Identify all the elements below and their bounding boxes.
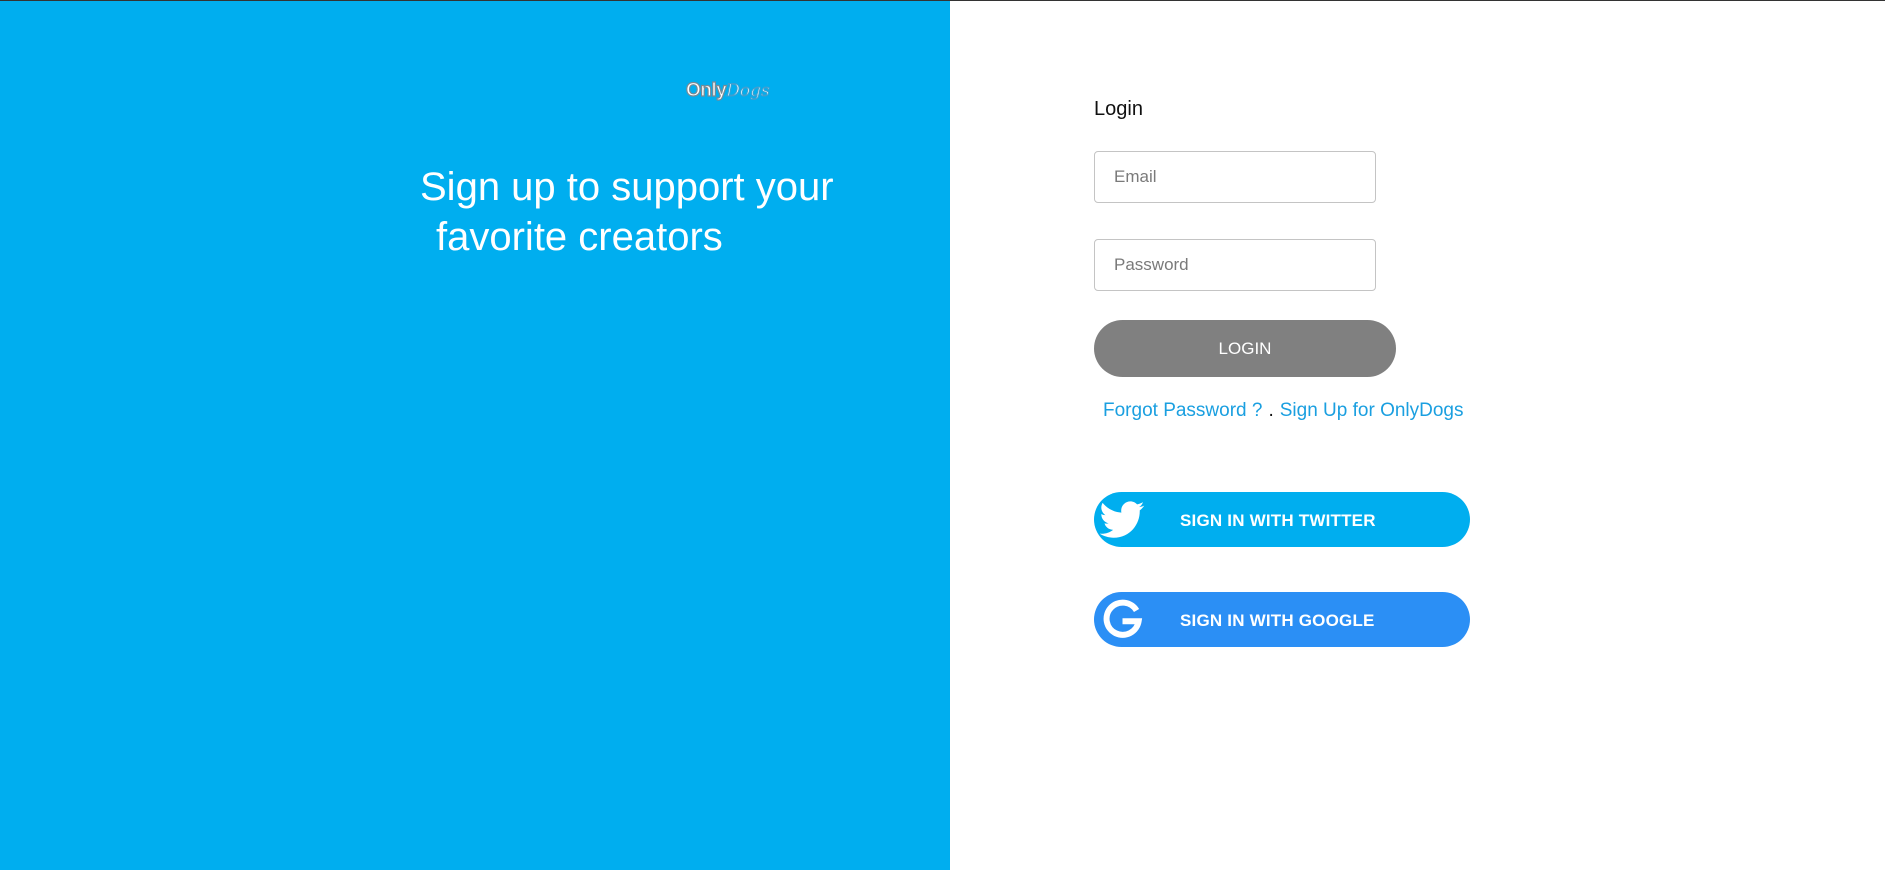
forgot-password-link[interactable]: Forgot Password ?: [1103, 400, 1262, 421]
onlydogs-logo: OnlyDogs: [685, 79, 772, 112]
google-button-label: SIGN IN WITH GOOGLE: [1180, 611, 1375, 630]
auth-links: Forgot Password ?. Sign Up for OnlyDogs: [1103, 400, 1464, 422]
twitter-button-label: SIGN IN WITH TWITTER: [1180, 511, 1376, 530]
link-separator: .: [1268, 400, 1274, 421]
login-button[interactable]: LOGIN: [1094, 320, 1396, 377]
login-panel: [950, 1, 1885, 870]
tagline-line-2: favorite creators: [436, 215, 723, 259]
sign-in-google-button[interactable]: SIGN IN WITH GOOGLE: [1094, 592, 1470, 647]
signup-link[interactable]: Sign Up for OnlyDogs: [1280, 400, 1464, 421]
tagline: Sign up to support your favorite creator…: [420, 162, 880, 262]
brand-panel: [0, 1, 950, 870]
login-heading: Login: [1094, 98, 1143, 120]
logo-text-dogs: Dogs: [726, 81, 770, 102]
logo-text-only: Only: [685, 79, 727, 101]
sign-in-twitter-button[interactable]: SIGN IN WITH TWITTER: [1094, 492, 1470, 547]
tagline-line-1: Sign up to support your: [420, 165, 834, 209]
email-input[interactable]: [1094, 151, 1376, 203]
google-g-icon: [1100, 597, 1145, 642]
twitter-bird-icon: [1099, 497, 1145, 542]
password-input[interactable]: [1094, 239, 1376, 291]
